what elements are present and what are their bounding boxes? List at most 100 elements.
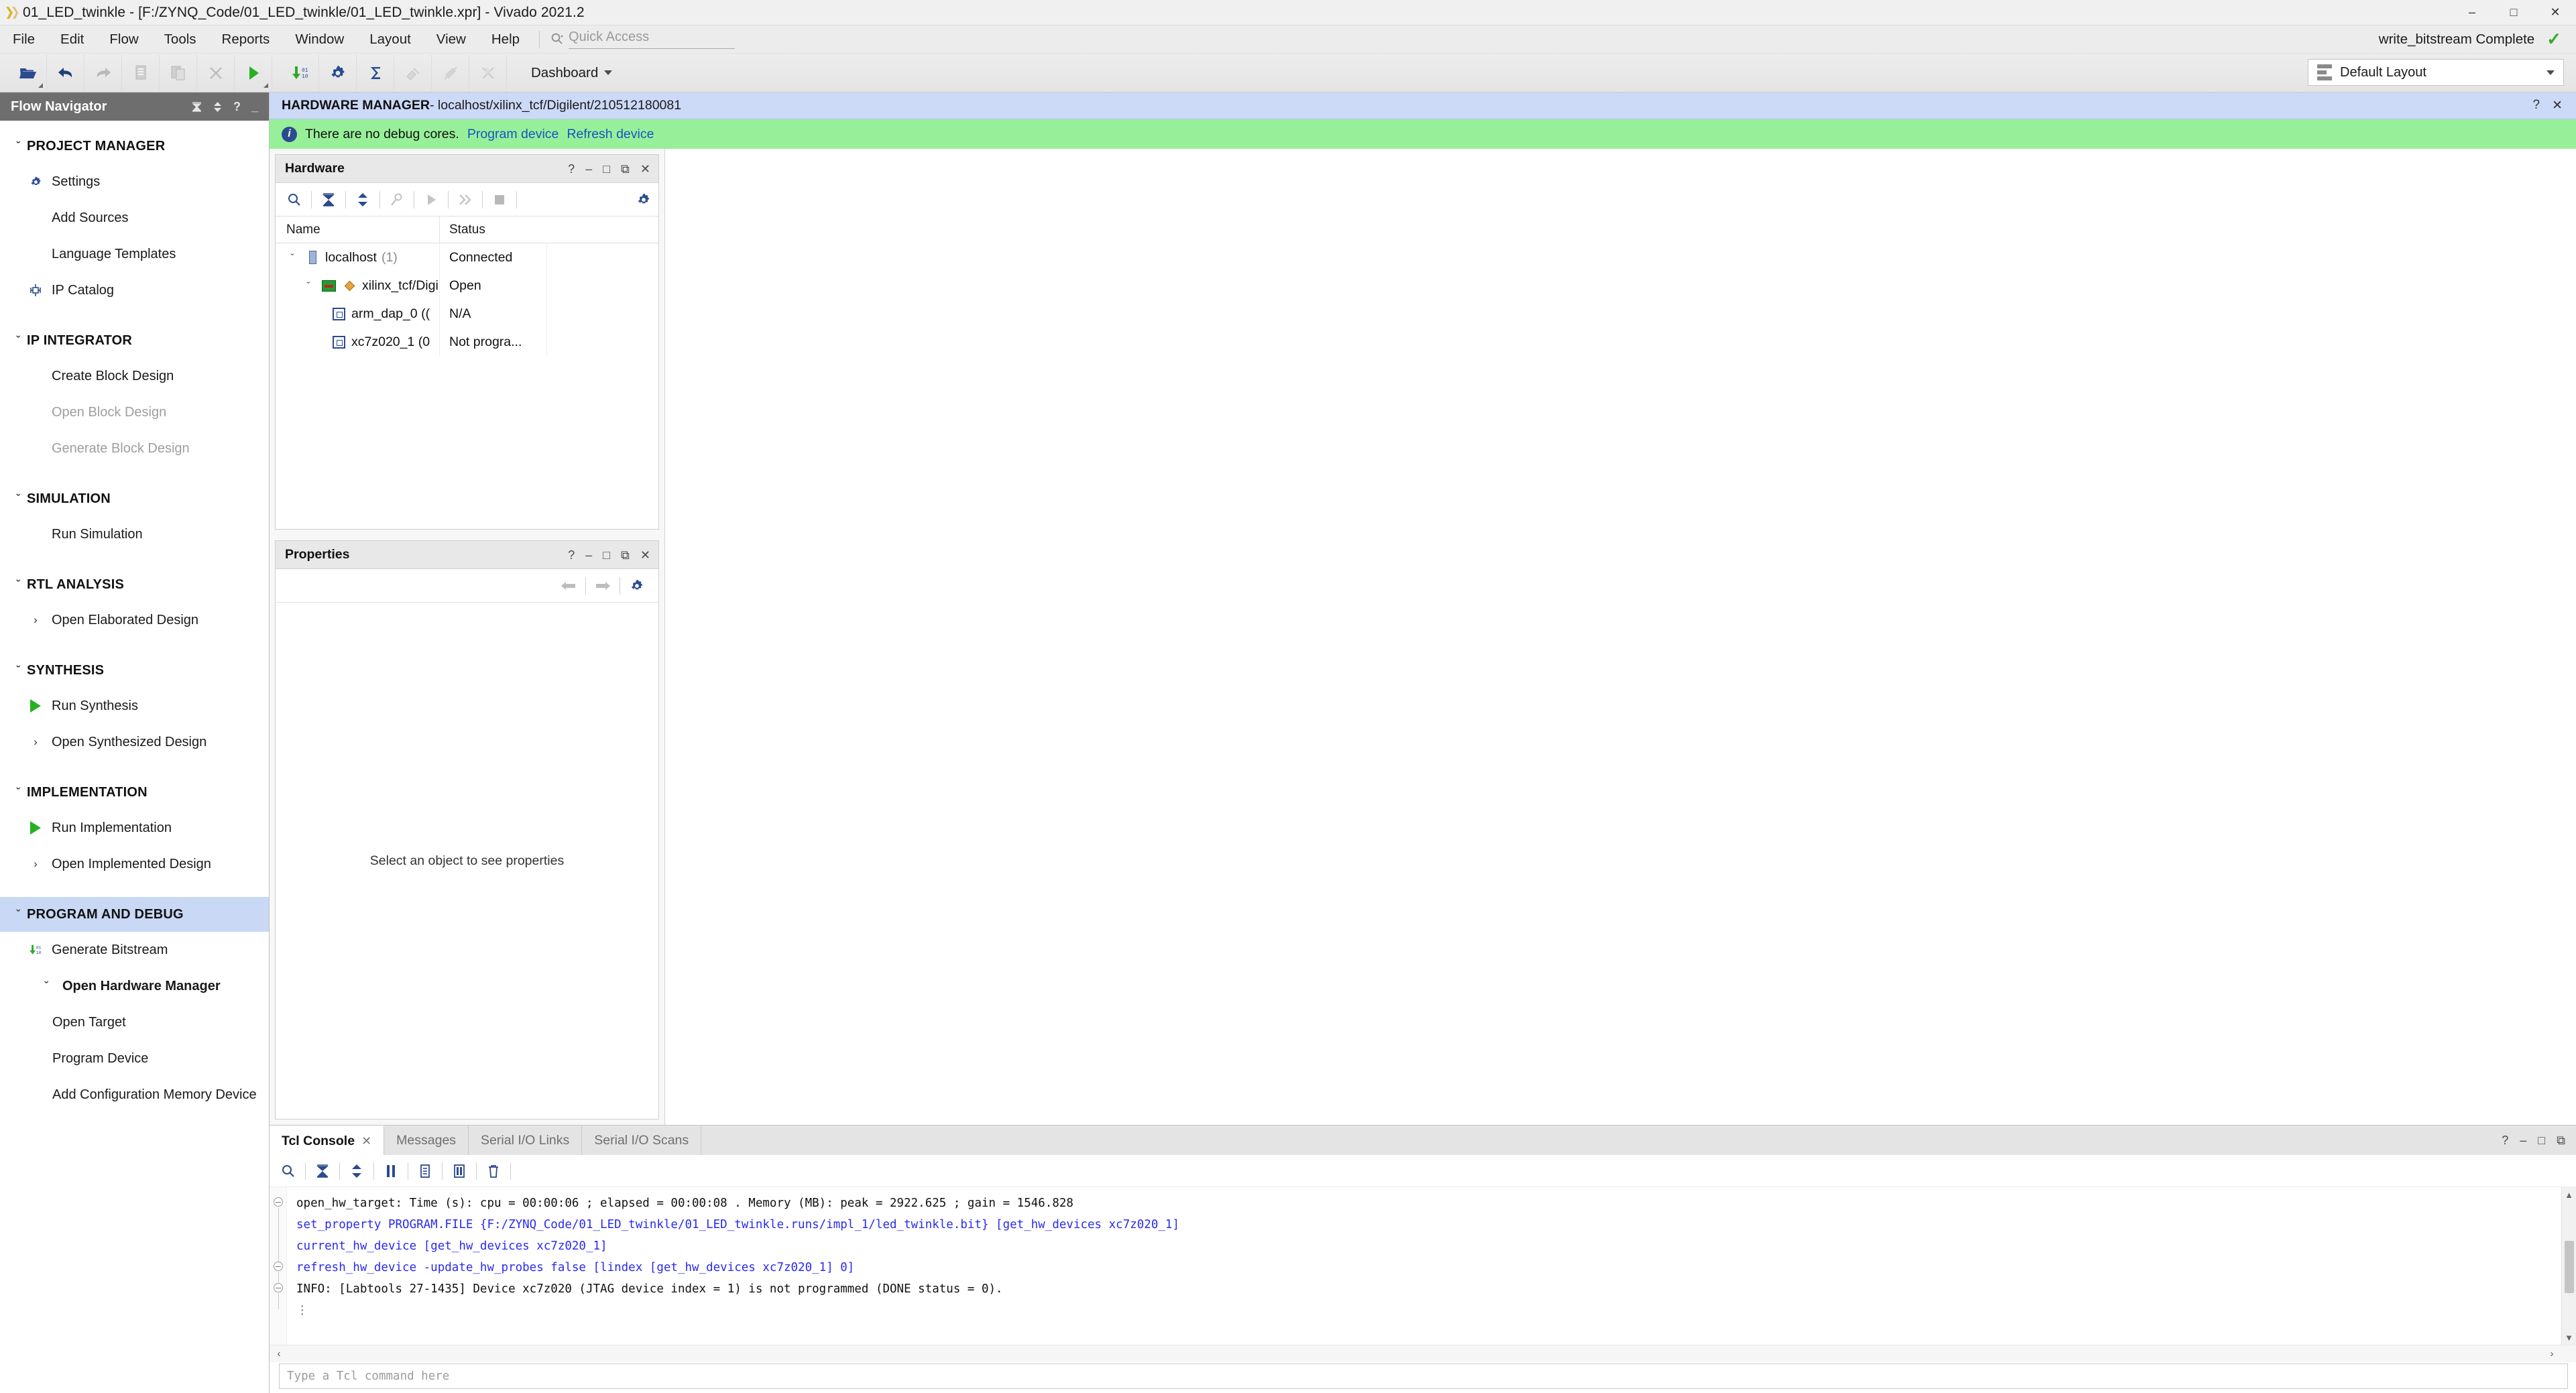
menu-edit[interactable]: Edit [48, 25, 97, 54]
fn-item-run-implementation[interactable]: Run Implementation [0, 810, 269, 846]
layout-selector[interactable]: Default Layout [2308, 59, 2564, 86]
console-output[interactable]: open_hw_target: Time (s): cpu = 00:00:06… [287, 1187, 2561, 1345]
scroll-up-arrow-icon[interactable]: ▲ [2562, 1187, 2576, 1202]
pause-icon[interactable] [376, 1156, 406, 1186]
maximize-button[interactable]: □ [2493, 0, 2534, 25]
minimize-icon[interactable]: – [585, 549, 592, 561]
run-icon[interactable] [235, 54, 272, 91]
report-icon[interactable] [445, 1156, 474, 1186]
fn-item-program-device[interactable]: Program Device [0, 1040, 269, 1077]
fn-section-project-manager[interactable]: ˇ PROJECT MANAGER [0, 129, 269, 164]
close-icon[interactable]: ✕ [2552, 98, 2563, 113]
menu-flow[interactable]: Flow [97, 25, 151, 54]
dashboard-button[interactable]: Dashboard [516, 55, 627, 91]
table-row[interactable]: xc7z020_1 (0 Not progra... [276, 328, 658, 356]
collapse-all-icon[interactable] [308, 1156, 337, 1186]
minimize-icon[interactable]: – [585, 163, 592, 175]
chevron-down-icon[interactable]: ˇ [38, 979, 55, 993]
chevron-down-icon[interactable]: ˇ [285, 252, 300, 263]
help-icon[interactable]: ? [233, 101, 241, 113]
minimize-button[interactable]: – [2451, 0, 2493, 25]
fn-section-rtl-analysis[interactable]: ˇ RTL ANALYSIS [0, 567, 269, 602]
help-icon[interactable]: ? [2533, 98, 2540, 113]
fn-item-open-target[interactable]: Open Target [0, 1004, 269, 1040]
fn-item-ip-catalog[interactable]: IP Catalog [0, 272, 269, 308]
column-header-status[interactable]: Status [440, 217, 547, 243]
collapse-all-icon[interactable] [314, 185, 343, 215]
search-icon[interactable] [274, 1156, 303, 1186]
table-row[interactable]: ˇ localhost (1) Connected [276, 243, 658, 271]
tab-messages[interactable]: Messages [384, 1126, 469, 1155]
open-project-icon[interactable] [9, 54, 47, 91]
fn-item-run-synthesis[interactable]: Run Synthesis [0, 688, 269, 724]
collapse-marker-icon[interactable] [274, 1262, 283, 1271]
minimize-icon[interactable]: _ [251, 101, 258, 113]
quick-access-input[interactable] [569, 28, 736, 49]
fn-item-open-synthesized-design[interactable]: › Open Synthesized Design [0, 724, 269, 760]
fn-item-open-elaborated-design[interactable]: › Open Elaborated Design [0, 602, 269, 638]
fn-item-run-simulation[interactable]: Run Simulation [0, 516, 269, 552]
scroll-left-arrow-icon[interactable]: ‹ [270, 1348, 288, 1359]
chevron-right-icon[interactable]: › [27, 857, 44, 871]
maximize-icon[interactable]: □ [2538, 1134, 2545, 1148]
tcl-command-input[interactable] [279, 1364, 2568, 1389]
menu-layout[interactable]: Layout [357, 25, 424, 54]
fn-item-create-block-design[interactable]: Create Block Design [0, 358, 269, 394]
scroll-track-horizontal[interactable] [288, 1345, 2542, 1363]
fn-item-language-templates[interactable]: Language Templates [0, 236, 269, 272]
chevron-right-icon[interactable]: › [27, 613, 44, 627]
close-button[interactable]: ✕ [2534, 0, 2576, 25]
fn-item-settings[interactable]: Settings [0, 164, 269, 200]
fn-item-add-sources[interactable]: Add Sources [0, 200, 269, 236]
console-horizontal-scrollbar[interactable]: ‹ › [270, 1345, 2576, 1362]
scroll-right-arrow-icon[interactable]: › [2542, 1348, 2561, 1359]
menu-reports[interactable]: Reports [209, 25, 283, 54]
fn-section-implementation[interactable]: ˇ IMPLEMENTATION [0, 775, 269, 810]
close-icon[interactable]: ✕ [640, 163, 650, 175]
help-icon[interactable]: ? [568, 549, 575, 561]
tab-tcl-console[interactable]: Tcl Console ✕ [270, 1126, 385, 1155]
gear-icon[interactable] [622, 571, 652, 601]
chevron-right-icon[interactable]: › [27, 735, 44, 749]
menu-help[interactable]: Help [479, 25, 532, 54]
close-icon[interactable]: ✕ [640, 549, 650, 561]
minimize-icon[interactable]: – [2520, 1134, 2526, 1148]
refresh-device-link[interactable]: Refresh device [567, 127, 654, 142]
column-header-name[interactable]: Name [276, 216, 440, 243]
fn-item-open-implemented-design[interactable]: › Open Implemented Design [0, 846, 269, 882]
open-project-dropdown-caret[interactable] [38, 82, 43, 88]
expand-all-icon[interactable] [213, 101, 223, 113]
table-row[interactable]: ˇ xilinx_tcf/Digile Open [276, 271, 658, 300]
fn-item-generate-bitstream[interactable]: 01 10 Generate Bitstream [0, 932, 269, 968]
close-icon[interactable]: ✕ [361, 1134, 371, 1148]
fn-section-program-and-debug[interactable]: ˇ PROGRAM AND DEBUG [0, 897, 269, 932]
fn-item-open-hardware-manager[interactable]: ˇ Open Hardware Manager [0, 968, 269, 1004]
copy-icon[interactable] [410, 1156, 440, 1186]
help-icon[interactable]: ? [2502, 1134, 2508, 1148]
trash-icon[interactable] [479, 1156, 508, 1186]
collapse-marker-icon[interactable] [274, 1283, 283, 1292]
scroll-track[interactable] [2562, 1202, 2576, 1330]
collapse-marker-icon[interactable] [274, 1197, 283, 1207]
expand-all-icon[interactable] [342, 1156, 371, 1186]
generate-bitstream-icon[interactable]: 01 10 [282, 54, 319, 91]
gear-icon[interactable] [629, 185, 658, 215]
chevron-down-icon[interactable]: ˇ [301, 280, 316, 292]
collapse-all-icon[interactable] [192, 101, 202, 113]
help-icon[interactable]: ? [568, 163, 575, 175]
menu-view[interactable]: View [424, 25, 479, 54]
console-vertical-scrollbar[interactable]: ▲ ▼ [2561, 1187, 2576, 1345]
tab-serial-io-scans[interactable]: Serial I/O Scans [582, 1126, 702, 1155]
maximize-icon[interactable]: □ [603, 163, 610, 175]
table-row[interactable]: arm_dap_0 (( N/A [276, 300, 658, 328]
program-device-link[interactable]: Program device [467, 127, 559, 142]
report-sigma-icon[interactable] [357, 54, 394, 91]
fn-section-synthesis[interactable]: ˇ SYNTHESIS [0, 653, 269, 688]
fn-section-ip-integrator[interactable]: ˇ IP INTEGRATOR [0, 323, 269, 358]
scroll-thumb[interactable] [2564, 1241, 2574, 1293]
undo-icon[interactable] [47, 54, 84, 91]
float-icon[interactable]: ⧉ [621, 549, 630, 561]
expand-all-icon[interactable] [348, 185, 377, 215]
menu-window[interactable]: Window [282, 25, 357, 54]
tab-serial-io-links[interactable]: Serial I/O Links [469, 1126, 583, 1155]
